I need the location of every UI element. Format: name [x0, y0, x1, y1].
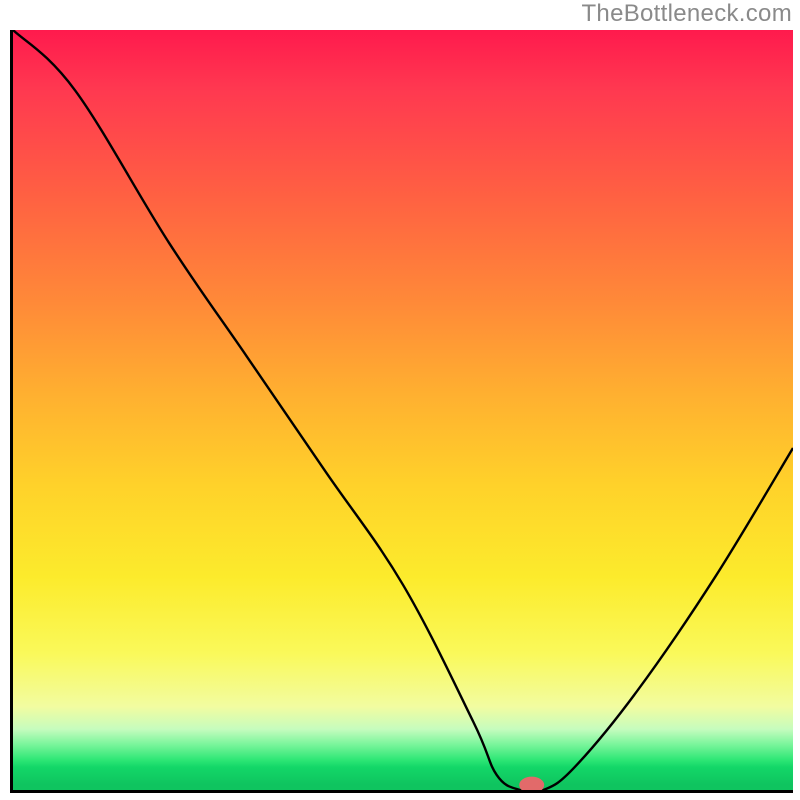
plot-area — [10, 30, 793, 793]
bottleneck-curve-line — [13, 30, 793, 790]
optimal-point-marker — [519, 777, 544, 790]
chart-container: TheBottleneck.com — [0, 0, 800, 800]
watermark-text: TheBottleneck.com — [581, 0, 792, 28]
curve-overlay — [13, 30, 793, 790]
